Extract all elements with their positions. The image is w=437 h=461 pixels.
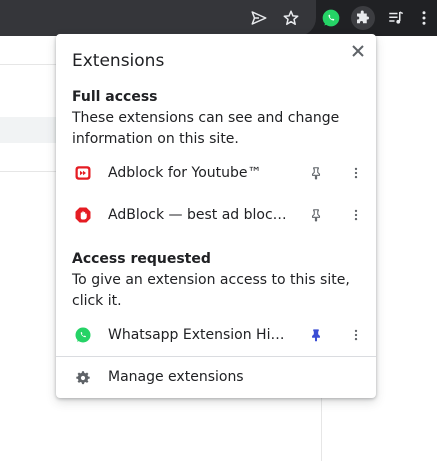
- whatsapp-icon[interactable]: [319, 6, 343, 30]
- manage-extensions-label: Manage extensions: [108, 369, 244, 385]
- extension-item-adblock-youtube[interactable]: Adblock for Youtube™: [56, 153, 376, 193]
- access-requested-heading: Access requested: [72, 251, 211, 267]
- extension-item-adblock[interactable]: AdBlock — best ad blocker: [56, 195, 376, 235]
- extensions-puzzle-icon[interactable]: [351, 6, 375, 30]
- full-access-description: These extensions can see and change info…: [72, 110, 340, 147]
- media-queue-icon[interactable]: [384, 6, 408, 30]
- page-divider: [0, 171, 56, 172]
- manage-extensions-button[interactable]: Manage extensions: [56, 358, 376, 398]
- extension-name: Adblock for Youtube™: [108, 165, 262, 181]
- adblock-youtube-icon: [72, 162, 94, 184]
- send-icon[interactable]: [247, 6, 271, 30]
- close-icon: [352, 45, 364, 57]
- pin-filled-icon: [312, 329, 320, 342]
- more-vertical-icon[interactable]: [412, 6, 436, 30]
- adblock-icon: [72, 204, 94, 226]
- extension-name: AdBlock — best ad blocker: [108, 207, 290, 223]
- pin-button[interactable]: [304, 161, 328, 185]
- pin-icon: [311, 167, 321, 180]
- gear-icon: [74, 369, 92, 387]
- extension-more-button[interactable]: [344, 161, 368, 185]
- page-row: [0, 117, 56, 143]
- menu-divider: [56, 356, 376, 357]
- extension-item-whatsapp[interactable]: Whatsapp Extension Highlights: [56, 315, 376, 355]
- extension-more-button[interactable]: [344, 203, 368, 227]
- pin-button[interactable]: [304, 323, 328, 347]
- star-icon[interactable]: [279, 6, 303, 30]
- more-vertical-icon: [354, 167, 358, 179]
- extension-more-button[interactable]: [344, 323, 368, 347]
- whatsapp-icon: [72, 324, 94, 346]
- extension-name: Whatsapp Extension Highlights: [108, 327, 290, 343]
- full-access-heading: Full access: [72, 89, 158, 105]
- page-divider: [0, 64, 56, 65]
- more-vertical-icon: [354, 329, 358, 341]
- pin-icon: [311, 209, 321, 222]
- browser-toolbar: [0, 0, 437, 36]
- extensions-menu: Extensions Full access These extensions …: [56, 34, 376, 398]
- more-vertical-icon: [354, 209, 358, 221]
- pin-button[interactable]: [304, 203, 328, 227]
- close-button[interactable]: [346, 39, 370, 63]
- page-divider: [321, 398, 322, 461]
- extensions-menu-title: Extensions: [72, 51, 165, 71]
- access-requested-description: To give an extension access to this site…: [72, 272, 350, 309]
